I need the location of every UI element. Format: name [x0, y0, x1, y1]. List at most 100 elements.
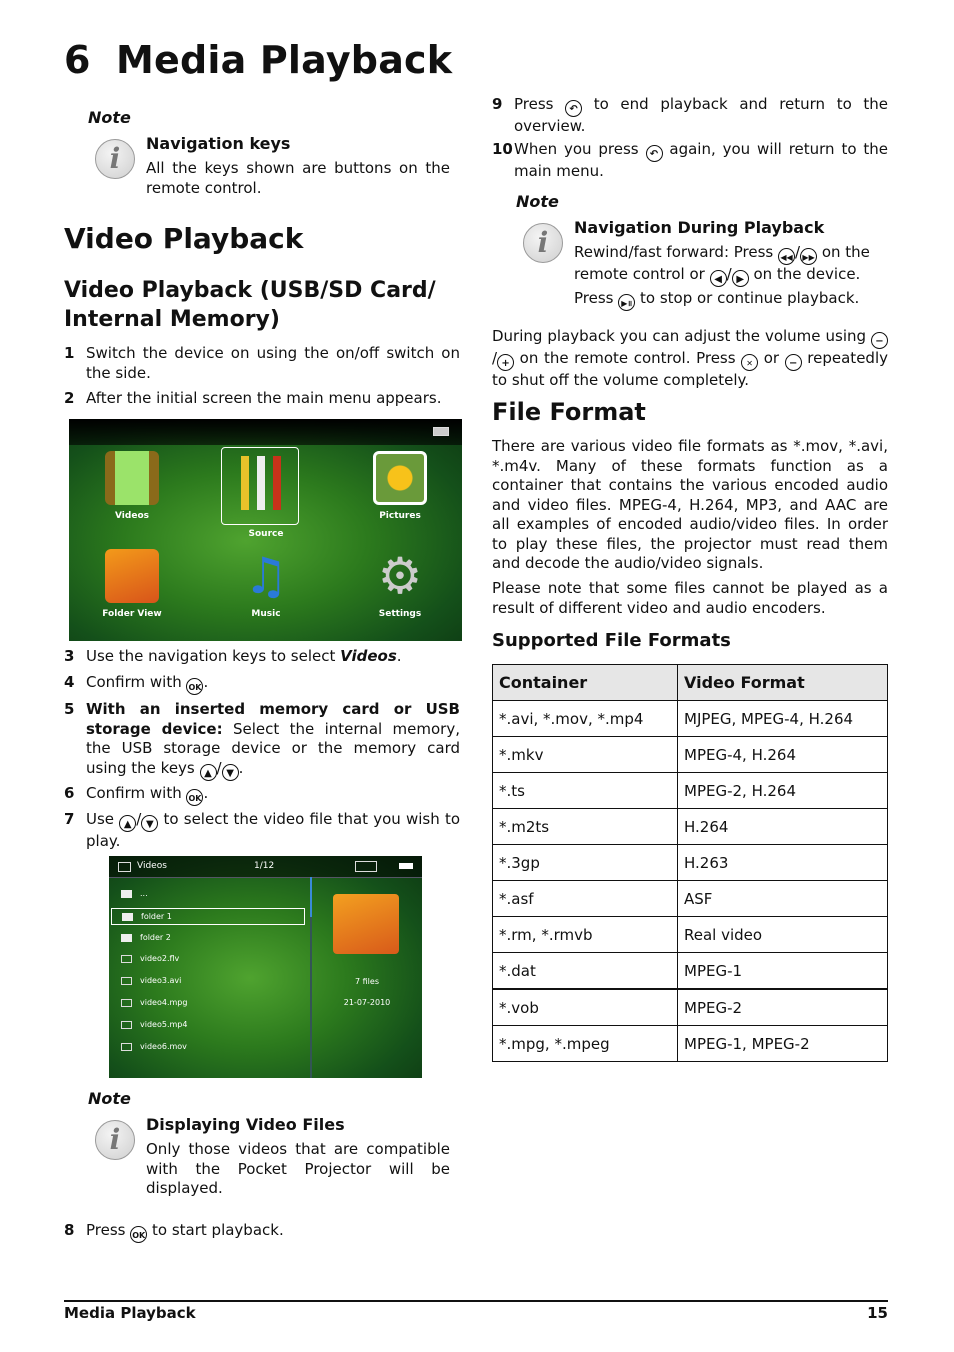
left-key-icon: ◀: [709, 270, 727, 287]
folder-file-count: 7 files: [355, 977, 379, 986]
scrollbar-thumb[interactable]: [310, 877, 312, 917]
note-body: Rewind/fast forward: Press ◀◀ / ▶▶ on the …: [574, 243, 870, 287]
menu-label-source: Source: [248, 529, 284, 539]
file-name: folder 2: [140, 932, 171, 942]
video-format-cell: Real video: [677, 916, 888, 953]
video-format-cell: MPEG-2, H.264: [677, 772, 888, 809]
video-format-cell: ASF: [677, 880, 888, 917]
subsection-title-line2: Internal Memory): [64, 307, 280, 332]
step-text-part: When you press: [514, 140, 646, 158]
file-list-item[interactable]: video4.mpg: [111, 995, 305, 1012]
table-row: *.3gp H.263: [492, 844, 888, 881]
footer-rule: [64, 1300, 888, 1302]
step-number: 3: [64, 647, 75, 665]
step-text-part: .: [203, 673, 209, 691]
container-cell: *.rm, *.rmvb: [492, 916, 678, 953]
file-list-item[interactable]: video6.mov: [111, 1039, 305, 1056]
step-number: 4: [64, 673, 75, 691]
supported-formats-table: Container Video Format *.avi, *.mov, *.m…: [492, 664, 888, 1062]
menu-item-folder-view[interactable]: Folder View: [87, 549, 177, 619]
file-list-item[interactable]: video3.avi: [111, 973, 305, 990]
film-icon: [121, 1042, 132, 1051]
table-row: *.avi, *.mov, *.mp4 MJPEG, MPEG-4, H.264: [492, 700, 888, 737]
info-icon: i: [95, 1120, 135, 1160]
up-key-icon: ▲: [199, 763, 217, 781]
step-text-part: .: [238, 758, 244, 777]
file-name: video4.mpg: [140, 998, 188, 1007]
step-text: Press OK to start playback.: [86, 1221, 460, 1243]
note-text: Rewind/fast forward: Press: [574, 243, 779, 261]
video-format-cell: H.263: [677, 844, 888, 881]
file-list-item[interactable]: video2.flv: [111, 951, 305, 968]
step-number: 8: [64, 1221, 75, 1239]
step-text: Press ↶ to end playback and return to th…: [514, 95, 888, 137]
column-header-container: Container: [492, 664, 678, 701]
video-format-cell: MPEG-1: [677, 952, 888, 990]
mute-key-icon: ✕: [741, 354, 759, 371]
step-text-part: Use: [86, 810, 120, 828]
pictures-icon: [373, 451, 427, 505]
note-body: Only those videos that are compatible wi…: [146, 1140, 450, 1197]
column-header-video-format: Video Format: [677, 664, 888, 701]
step-number: 7: [64, 810, 75, 828]
table-row: *.ts MPEG-2, H.264: [492, 772, 888, 809]
menu-item-settings[interactable]: ⚙ Settings: [355, 549, 445, 619]
file-list-item[interactable]: ...: [111, 886, 305, 903]
step-number: 5: [64, 700, 75, 718]
step-text-part: Confirm with: [86, 673, 187, 691]
table-row: *.m2ts H.264: [492, 808, 888, 845]
table-row: *.vob MPEG-2: [492, 988, 888, 1026]
menu-item-source[interactable]: [221, 447, 299, 525]
av-cable-icon: [233, 456, 287, 510]
step-text-part: Press: [514, 95, 566, 113]
file-name: video5.mp4: [140, 1019, 188, 1029]
usb-storage-icon: [355, 861, 377, 872]
container-cell: *.3gp: [492, 844, 678, 881]
ok-key-icon: OK: [186, 789, 204, 806]
menu-item-pictures[interactable]: Pictures: [355, 451, 445, 521]
main-menu-screenshot: Videos Source Pictures Folder View ♫ Mus…: [69, 419, 462, 641]
subsection-title-line1: Video Playback (USB/SD Card/: [64, 278, 436, 303]
note-text: to stop or continue playback.: [635, 289, 860, 307]
step-text-part: to select the video file that you wish t…: [86, 810, 461, 850]
section-title: Video Playback: [64, 222, 304, 255]
file-list-item[interactable]: folder 2: [111, 930, 305, 947]
container-cell: *.m2ts: [492, 808, 678, 845]
film-icon: [121, 955, 132, 964]
step-text: After the initial screen the main menu a…: [86, 389, 442, 407]
back-key-icon: ↶: [645, 145, 663, 162]
video-format-cell: MPEG-1, MPEG-2: [677, 1025, 888, 1062]
note-label: Note: [88, 1089, 131, 1108]
note-body-line2: Press ▶॥ to stop or continue playback.: [574, 289, 880, 311]
volume-paragraph: During playback you can adjust the volum…: [492, 327, 888, 389]
para-text: on the remote control. Press: [514, 349, 742, 367]
battery-icon: [433, 427, 449, 436]
file-name: video2.flv: [140, 954, 180, 964]
menu-item-videos[interactable]: Videos: [87, 451, 177, 521]
step-text-part: Confirm with: [86, 784, 187, 802]
container-cell: *.ts: [492, 772, 678, 809]
table-row: *.asf ASF: [492, 880, 888, 917]
container-cell: *.mkv: [492, 736, 678, 773]
browser-counter: 1/12: [254, 861, 275, 871]
chapter-title: 6 Media Playback: [64, 38, 452, 82]
back-key-icon: ↶: [565, 100, 583, 117]
para-text: During playback you can adjust the volum…: [492, 327, 871, 345]
menu-label: Settings: [378, 609, 422, 619]
note-label: Note: [516, 192, 559, 211]
step-number: 1: [64, 344, 75, 362]
container-cell: *.mpg, *.mpeg: [492, 1025, 678, 1062]
step-text: Use the navigation keys to select Videos…: [86, 647, 460, 667]
folder-icon: [121, 933, 132, 942]
file-list-item[interactable]: folder 1: [111, 907, 305, 925]
step-number: 10: [492, 140, 513, 158]
folder-icon: [121, 890, 132, 898]
menu-item-music[interactable]: ♫ Music: [221, 549, 311, 619]
right-key-icon: ▶: [731, 270, 749, 287]
video-browser-screenshot: Videos 1/12 ... folder 1 folder 2 video2.fl…: [109, 856, 422, 1078]
step-text-part: Press: [86, 1221, 131, 1239]
subsection-title: Video Playback (USB/SD Card/ Internal Me…: [64, 276, 436, 334]
video-format-cell: H.264: [677, 808, 888, 845]
volume-down-key-icon: −: [784, 354, 802, 371]
file-list-item[interactable]: video5.mp4: [111, 1017, 305, 1034]
